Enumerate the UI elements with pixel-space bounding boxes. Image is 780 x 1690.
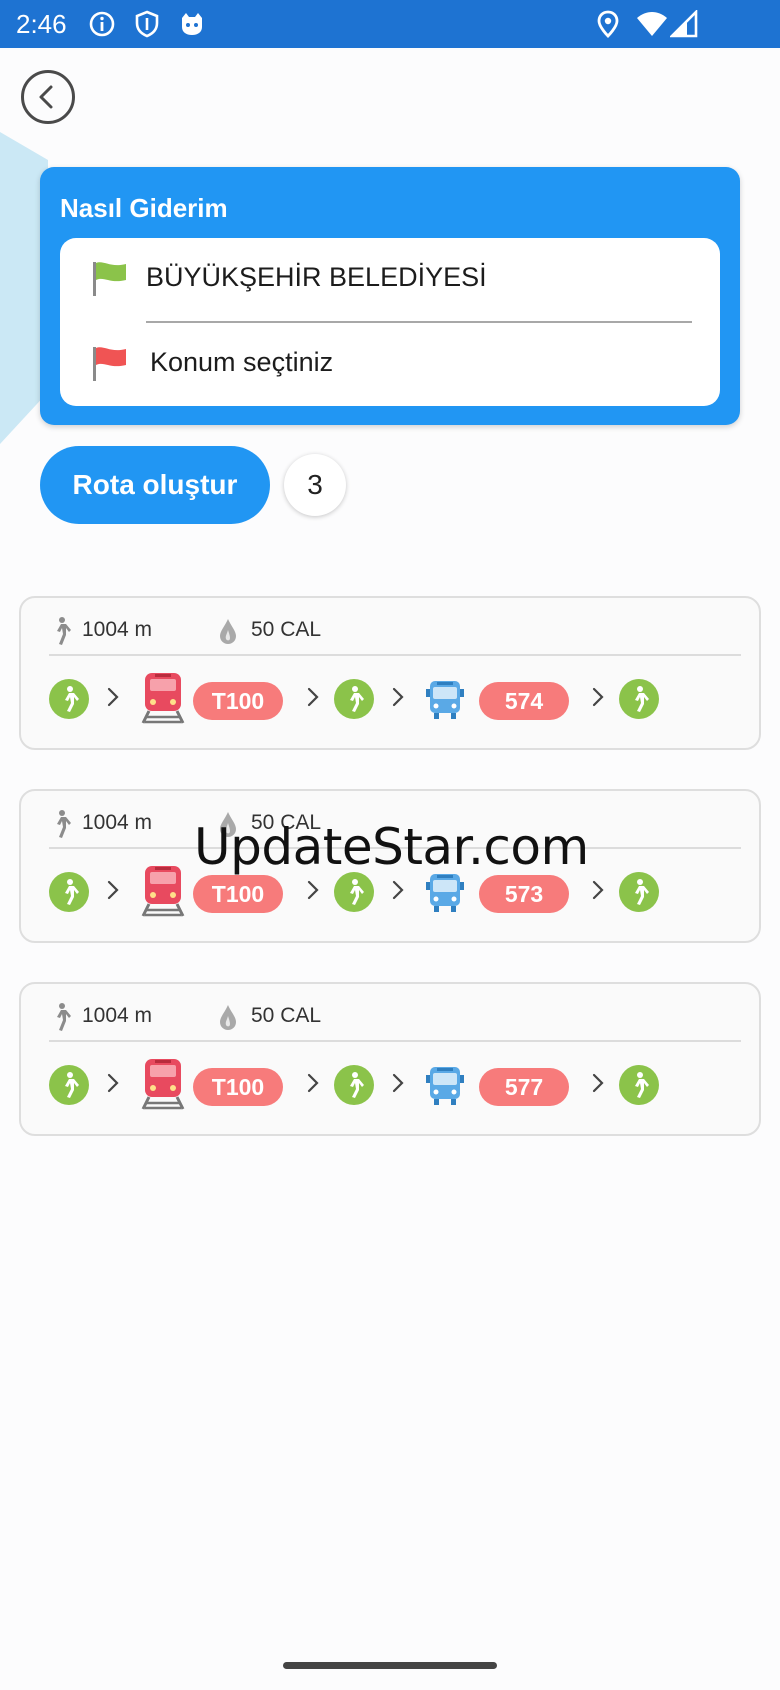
walk-step-icon [334,679,374,719]
green-flag-icon [93,262,126,296]
bus-line-badge: 573 [479,875,569,913]
route-calories: 50 CAL [251,618,322,641]
location-icon [596,10,620,43]
tram-line-badge: T100 [193,682,283,720]
chevron-left-icon [39,85,53,109]
chevron-right-icon [590,1072,606,1099]
create-route-button[interactable]: Rota oluştur [40,446,270,524]
walk-step-icon [49,679,89,719]
panel-title: Nasıl Giderim [60,193,228,223]
calorie-drop-icon [217,1002,239,1037]
chevron-right-icon [390,879,406,906]
route-meta: 1004 m 50 CAL [49,614,739,648]
chevron-right-icon [105,879,121,906]
route-distance: 1004 m [82,1004,153,1027]
walk-step-icon [49,1065,89,1105]
tram-icon [141,862,185,923]
route-steps: T100 574 [21,673,763,726]
calorie-drop-icon [217,616,239,651]
walk-step-icon [49,872,89,912]
route-calories: 50 CAL [251,1004,322,1027]
route-meta: 1004 m 50 CAL [49,1000,739,1034]
bus-icon [425,1065,465,1112]
bus-icon [425,872,465,919]
card-divider [49,654,741,656]
signal-icon [668,8,698,43]
walking-icon [49,809,73,844]
route-card[interactable]: 1004 m 50 CAL T100 574 [19,596,761,750]
chevron-right-icon [590,686,606,713]
destination-label: Konum seçtiniz [150,347,334,377]
chevron-right-icon [105,1072,121,1099]
chevron-right-icon [305,686,321,713]
origin-field[interactable]: BÜYÜKŞEHİR BELEDİYESİ [90,258,690,298]
shield-icon [134,10,160,43]
tram-line-badge: T100 [193,1068,283,1106]
route-distance: 1004 m [82,811,153,834]
walk-step-icon [334,872,374,912]
destination-field[interactable]: Konum seçtiniz [90,343,690,383]
route-distance: 1004 m [82,618,153,641]
home-indicator[interactable] [283,1662,497,1669]
route-planner-panel: Nasıl Giderim BÜYÜKŞEHİR BELEDİYESİ Konu… [40,167,740,425]
walk-step-icon [619,1065,659,1105]
bus-line-badge: 574 [479,682,569,720]
walk-step-icon [619,679,659,719]
walking-icon [49,1002,73,1037]
walking-icon [49,616,73,651]
info-icon [88,10,116,43]
bus-line-badge: 577 [479,1068,569,1106]
origin-label: BÜYÜKŞEHİR BELEDİYESİ [146,262,487,292]
card-divider [49,1040,741,1042]
route-count-badge: 3 [284,454,346,516]
walk-step-icon [619,872,659,912]
chevron-right-icon [390,1072,406,1099]
wifi-icon [636,10,668,43]
location-inputs: BÜYÜKŞEHİR BELEDİYESİ Konum seçtiniz [60,238,720,406]
chevron-right-icon [105,686,121,713]
walk-step-icon [334,1065,374,1105]
tram-icon [141,1055,185,1116]
chevron-right-icon [590,879,606,906]
chevron-right-icon [305,1072,321,1099]
tram-line-badge: T100 [193,875,283,913]
back-button[interactable] [21,70,75,124]
tram-icon [141,669,185,730]
status-bar: 2:46 [0,0,780,48]
chevron-right-icon [390,686,406,713]
cat-icon [178,10,206,43]
status-time: 2:46 [16,9,67,39]
red-flag-icon [93,347,126,381]
route-card[interactable]: 1004 m 50 CAL T100 577 [19,982,761,1136]
watermark-text: UpdateStar.com [194,818,589,876]
bus-icon [425,679,465,726]
chevron-right-icon [305,879,321,906]
inputs-divider [146,321,692,323]
route-steps: T100 577 [21,1059,763,1112]
